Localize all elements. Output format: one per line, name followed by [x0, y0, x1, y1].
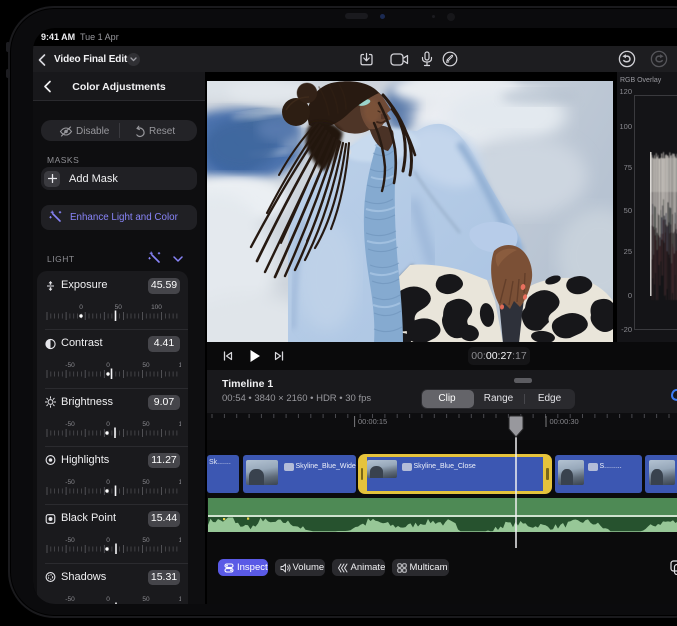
svg-text:50: 50 [142, 596, 150, 603]
svg-text:0: 0 [79, 304, 83, 311]
svg-text:-50: -50 [65, 421, 75, 428]
svg-text:0: 0 [106, 362, 110, 369]
svg-text:0: 0 [106, 537, 110, 544]
svg-text:00:00:15: 00:00:15 [358, 417, 387, 426]
svg-text:100: 100 [179, 596, 181, 603]
svg-text:100: 100 [179, 479, 181, 486]
svg-text:-50: -50 [65, 537, 75, 544]
svg-text:50: 50 [142, 362, 150, 369]
svg-text:100: 100 [151, 304, 162, 311]
svg-text:50: 50 [142, 537, 150, 544]
svg-text:50: 50 [142, 479, 150, 486]
svg-text:0: 0 [106, 479, 110, 486]
svg-text:-50: -50 [65, 479, 75, 486]
svg-text:100: 100 [179, 421, 181, 428]
svg-text:-50: -50 [65, 596, 75, 603]
svg-text:-50: -50 [65, 362, 75, 369]
svg-text:00:00:30: 00:00:30 [550, 417, 579, 426]
svg-text:100: 100 [179, 362, 181, 369]
svg-text:50: 50 [142, 421, 150, 428]
svg-text:0: 0 [106, 596, 110, 603]
svg-text:0: 0 [106, 421, 110, 428]
svg-text:50: 50 [115, 304, 123, 311]
svg-text:100: 100 [179, 537, 181, 544]
